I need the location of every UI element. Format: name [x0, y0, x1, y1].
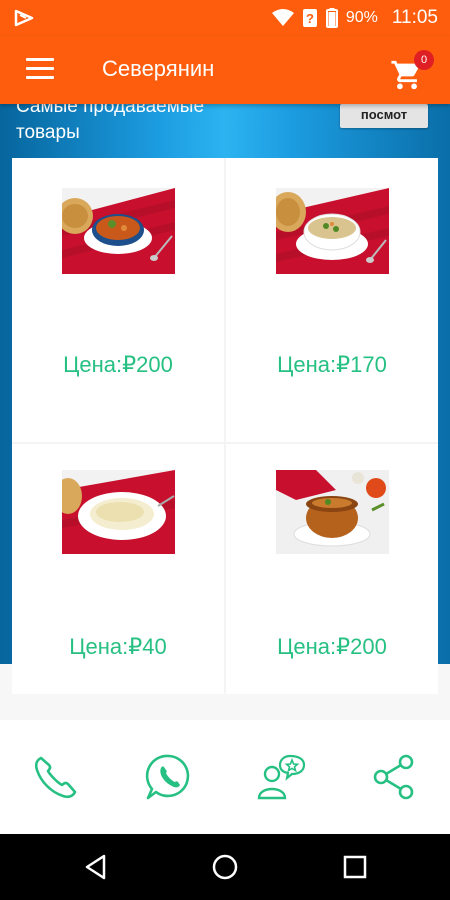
cart-button[interactable]: 0 — [390, 50, 434, 92]
app-notification-icon — [14, 9, 34, 27]
cart-count-badge: 0 — [414, 50, 434, 70]
page-title: Северянин — [102, 56, 215, 81]
back-icon[interactable] — [82, 853, 110, 881]
product-card[interactable]: Цена:₽200 — [226, 444, 438, 694]
product-price: Цена:₽40 — [69, 634, 167, 659]
product-card[interactable]: Цена:₽40 — [12, 444, 224, 694]
contacts-chat-icon[interactable] — [256, 752, 306, 802]
product-grid: Цена:₽200 Цена:₽170 Цена:₽40 Цена:₽200 — [12, 158, 438, 694]
product-card[interactable]: Цена:₽200 — [12, 158, 224, 442]
phone-icon[interactable] — [31, 752, 81, 802]
view-more-button[interactable]: посмот — [340, 104, 428, 128]
wifi-icon — [271, 9, 294, 26]
product-price: Цена:₽200 — [63, 352, 173, 377]
product-price: Цена:₽170 — [277, 352, 387, 377]
menu-icon[interactable] — [26, 58, 54, 80]
status-bar: ? 90% 11:05 — [0, 0, 450, 36]
recent-apps-icon[interactable] — [341, 853, 369, 881]
home-icon[interactable] — [211, 853, 239, 881]
bottom-action-bar — [0, 720, 450, 834]
clock: 11:05 — [391, 7, 438, 28]
soup-white-bowl-photo — [276, 188, 389, 274]
product-card[interactable]: Цена:₽170 — [226, 158, 438, 442]
whatsapp-icon[interactable] — [144, 752, 194, 802]
hero-title: Самые продаваемые товары — [16, 104, 205, 143]
clay-pot-soup-photo — [276, 470, 389, 554]
rice-plate-photo — [62, 470, 175, 554]
battery-icon — [325, 8, 338, 28]
soup-bowl-with-bread-photo — [62, 188, 175, 274]
product-price: Цена:₽200 — [277, 634, 387, 659]
app-bar: Северянин 0 — [0, 36, 450, 104]
share-icon[interactable] — [369, 752, 419, 802]
system-navigation-bar — [0, 834, 450, 900]
svg-text:?: ? — [306, 11, 314, 26]
signal-icon: ? — [302, 9, 317, 27]
battery-percent: 90% — [345, 9, 378, 26]
